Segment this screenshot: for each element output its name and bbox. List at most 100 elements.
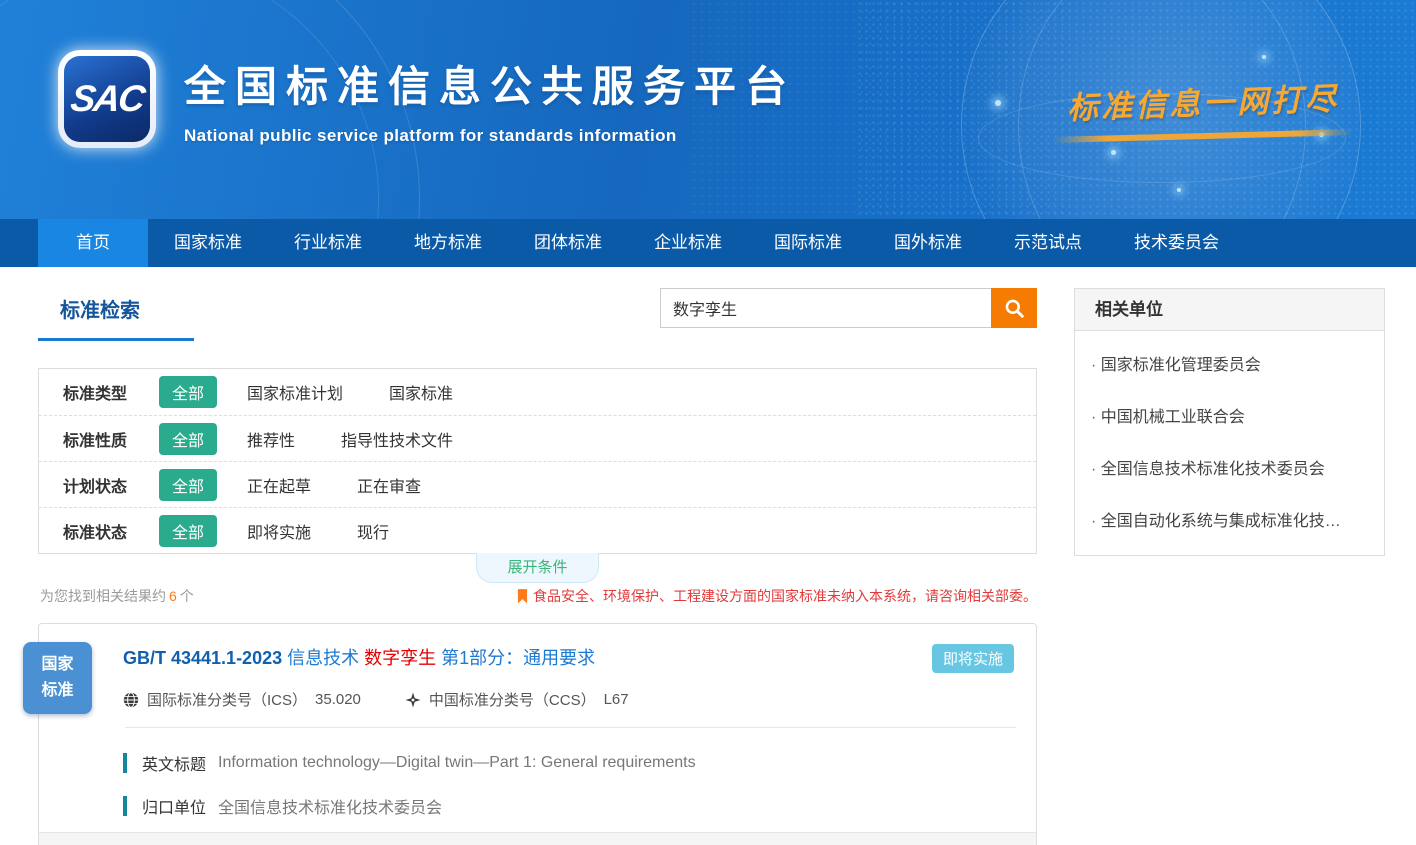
nav-item-international-standards[interactable]: 国际标准: [748, 219, 868, 267]
filter-option[interactable]: 正在审查: [357, 473, 421, 497]
notice-bookmark-icon: [517, 589, 528, 604]
platform-title: 全国标准信息公共服务平台: [184, 53, 796, 114]
filter-row-standard-type: 标准类型 全部 国家标准计划 国家标准: [39, 369, 1036, 415]
section-title-block: 标准检索: [38, 288, 194, 341]
standard-type-badge: 国家 标准: [23, 642, 92, 714]
field-row-english-title: 英文标题 Information technology—Digital twin…: [123, 751, 1016, 775]
brand-text: 全国标准信息公共服务平台 National public service pla…: [184, 53, 796, 146]
search-button[interactable]: [991, 288, 1037, 328]
card-meta-row: 国际标准分类号（ICS） 35.020 中国标准分类号（CCS） L67: [123, 689, 1016, 710]
nav-item-pilot[interactable]: 示范试点: [988, 219, 1108, 267]
sidebar-column: 相关单位 国家标准化管理委员会 中国机械工业联合会 全国信息技术标准化技术委员会…: [1074, 288, 1385, 845]
results-count-number: 6: [169, 588, 177, 604]
sac-logo-text: SAC: [68, 78, 146, 120]
filter-row-standard-nature: 标准性质 全部 推荐性 指导性技术文件: [39, 415, 1036, 461]
nav-item-national-standards[interactable]: 国家标准: [148, 219, 268, 267]
standard-code: GB/T 43441.1-2023: [123, 648, 282, 668]
notice: 食品安全、环境保护、工程建设方面的国家标准未纳入本系统，请咨询相关部委。: [517, 586, 1037, 606]
results-info-row: 为您找到相关结果约6个 食品安全、环境保护、工程建设方面的国家标准未纳入本系统，…: [38, 586, 1037, 606]
ccs-meta-item: 中国标准分类号（CCS） L67: [405, 689, 629, 710]
card-footer: 发布于 2023-11-27 实施于 2024-06-01: [39, 832, 1036, 845]
brand[interactable]: SAC 全国标准信息公共服务平台 National public service…: [58, 50, 796, 148]
field-row-competent-unit: 归口单位 全国信息技术标准化技术委员会: [123, 794, 1016, 818]
results-count-prefix: 为您找到相关结果约: [40, 588, 166, 604]
slogan-banner: 标准信息一网打尽: [1048, 78, 1358, 139]
sidebar-item-machinery-federation[interactable]: 中国机械工业联合会: [1075, 389, 1384, 441]
nav-item-local-standards[interactable]: 地方标准: [388, 219, 508, 267]
keyword-highlight: 数字孪生: [364, 648, 436, 668]
field-value: 全国信息技术标准化技术委员会: [218, 794, 442, 818]
spark-decoration: [995, 100, 1001, 106]
filter-all-badge[interactable]: 全部: [159, 469, 217, 501]
ccs-value: L67: [604, 691, 629, 708]
field-label: 英文标题: [142, 751, 206, 775]
results-count-suffix: 个: [180, 588, 194, 604]
filter-panel: 标准类型 全部 国家标准计划 国家标准 标准性质 全部 推荐性 指导性技术文件 …: [38, 368, 1037, 554]
card-title-row: GB/T 43441.1-2023 信息技术 数字孪生 第1部分：通用要求 即将…: [123, 644, 1016, 673]
page-title: 标准检索: [38, 294, 194, 323]
filter-option[interactable]: 即将实施: [247, 519, 311, 543]
filter-all-badge[interactable]: 全部: [159, 376, 217, 408]
search-section: 标准检索: [38, 288, 1037, 350]
sidebar-list: 国家标准化管理委员会 中国机械工业联合会 全国信息技术标准化技术委员会 全国自动…: [1075, 331, 1384, 555]
filter-label: 计划状态: [63, 473, 159, 497]
sac-logo-inner: SAC: [64, 56, 150, 142]
sidebar-item-it-standards-committee[interactable]: 全国信息技术标准化技术委员会: [1075, 441, 1384, 493]
field-value: Information technology—Digital twin—Part…: [218, 754, 696, 772]
spark-decoration: [1262, 55, 1266, 59]
filter-row-plan-status: 计划状态 全部 正在起草 正在审查: [39, 461, 1036, 507]
content-area: 标准检索 标准类型 全部 国家标准计: [0, 267, 1416, 845]
sac-logo: SAC: [58, 50, 156, 148]
filter-option[interactable]: 国家标准: [389, 380, 453, 404]
nav-item-foreign-standards[interactable]: 国外标准: [868, 219, 988, 267]
filter-option[interactable]: 正在起草: [247, 473, 311, 497]
result-card: 国家 标准 GB/T 43441.1-2023 信息技术 数字孪生 第1部分：通…: [38, 623, 1037, 845]
sidebar-item-sac[interactable]: 国家标准化管理委员会: [1075, 337, 1384, 389]
filter-option[interactable]: 推荐性: [247, 427, 295, 451]
nav-item-industry-standards[interactable]: 行业标准: [268, 219, 388, 267]
search-box: [660, 288, 1037, 328]
search-input[interactable]: [660, 288, 991, 328]
nav-item-technical-committee[interactable]: 技术委员会: [1108, 219, 1245, 267]
nav-item-group-standards[interactable]: 团体标准: [508, 219, 628, 267]
status-badge: 即将实施: [932, 644, 1014, 673]
spark-decoration: [1177, 188, 1181, 192]
standard-title-link[interactable]: GB/T 43441.1-2023 信息技术 数字孪生 第1部分：通用要求: [123, 644, 595, 670]
filter-all-badge[interactable]: 全部: [159, 423, 217, 455]
ics-label: 国际标准分类号（ICS）: [147, 689, 307, 710]
sidebar-title: 相关单位: [1075, 289, 1384, 331]
sidebar-item-automation-committee[interactable]: 全国自动化系统与集成标准化技…: [1075, 493, 1384, 545]
filter-option[interactable]: 国家标准计划: [247, 380, 343, 404]
search-icon: [1004, 298, 1025, 319]
nav-item-enterprise-standards[interactable]: 企业标准: [628, 219, 748, 267]
site-header: SAC 全国标准信息公共服务平台 National public service…: [0, 0, 1416, 219]
ccs-compass-icon: [405, 692, 421, 708]
filter-all-badge[interactable]: 全部: [159, 515, 217, 547]
filter-option[interactable]: 现行: [357, 519, 389, 543]
ics-meta-item: 国际标准分类号（ICS） 35.020: [123, 689, 361, 710]
standard-type-badge-line2: 标准: [23, 678, 92, 704]
filter-option[interactable]: 指导性技术文件: [341, 427, 453, 451]
results-count: 为您找到相关结果约6个: [38, 586, 194, 606]
filter-label: 标准状态: [63, 519, 159, 543]
ccs-label: 中国标准分类号（CCS）: [429, 689, 596, 710]
filter-label: 标准性质: [63, 427, 159, 451]
main-nav: 首页 国家标准 行业标准 地方标准 团体标准 企业标准 国际标准 国外标准 示范…: [0, 219, 1416, 267]
nav-item-home[interactable]: 首页: [38, 219, 148, 267]
main-column: 标准检索 标准类型 全部 国家标准计: [38, 288, 1037, 845]
ics-value: 35.020: [315, 691, 361, 708]
platform-subtitle: National public service platform for sta…: [184, 126, 796, 146]
related-units-box: 相关单位 国家标准化管理委员会 中国机械工业联合会 全国信息技术标准化技术委员会…: [1074, 288, 1385, 556]
notice-text: 食品安全、环境保护、工程建设方面的国家标准未纳入本系统，请咨询相关部委。: [533, 586, 1037, 606]
expand-wrap: 展开条件: [38, 553, 1037, 580]
field-label: 归口单位: [142, 794, 206, 818]
slogan-text: 标准信息一网打尽: [1066, 73, 1339, 127]
spark-decoration: [1111, 150, 1116, 155]
card-fields: 英文标题 Information technology—Digital twin…: [123, 728, 1016, 832]
ics-globe-icon: [123, 692, 139, 708]
field-marker-bar: [123, 796, 127, 816]
expand-conditions-button[interactable]: 展开条件: [476, 553, 598, 583]
standard-type-badge-line1: 国家: [23, 652, 92, 678]
filter-label: 标准类型: [63, 380, 159, 404]
standard-title-part2: 第1部分：通用要求: [441, 648, 595, 668]
